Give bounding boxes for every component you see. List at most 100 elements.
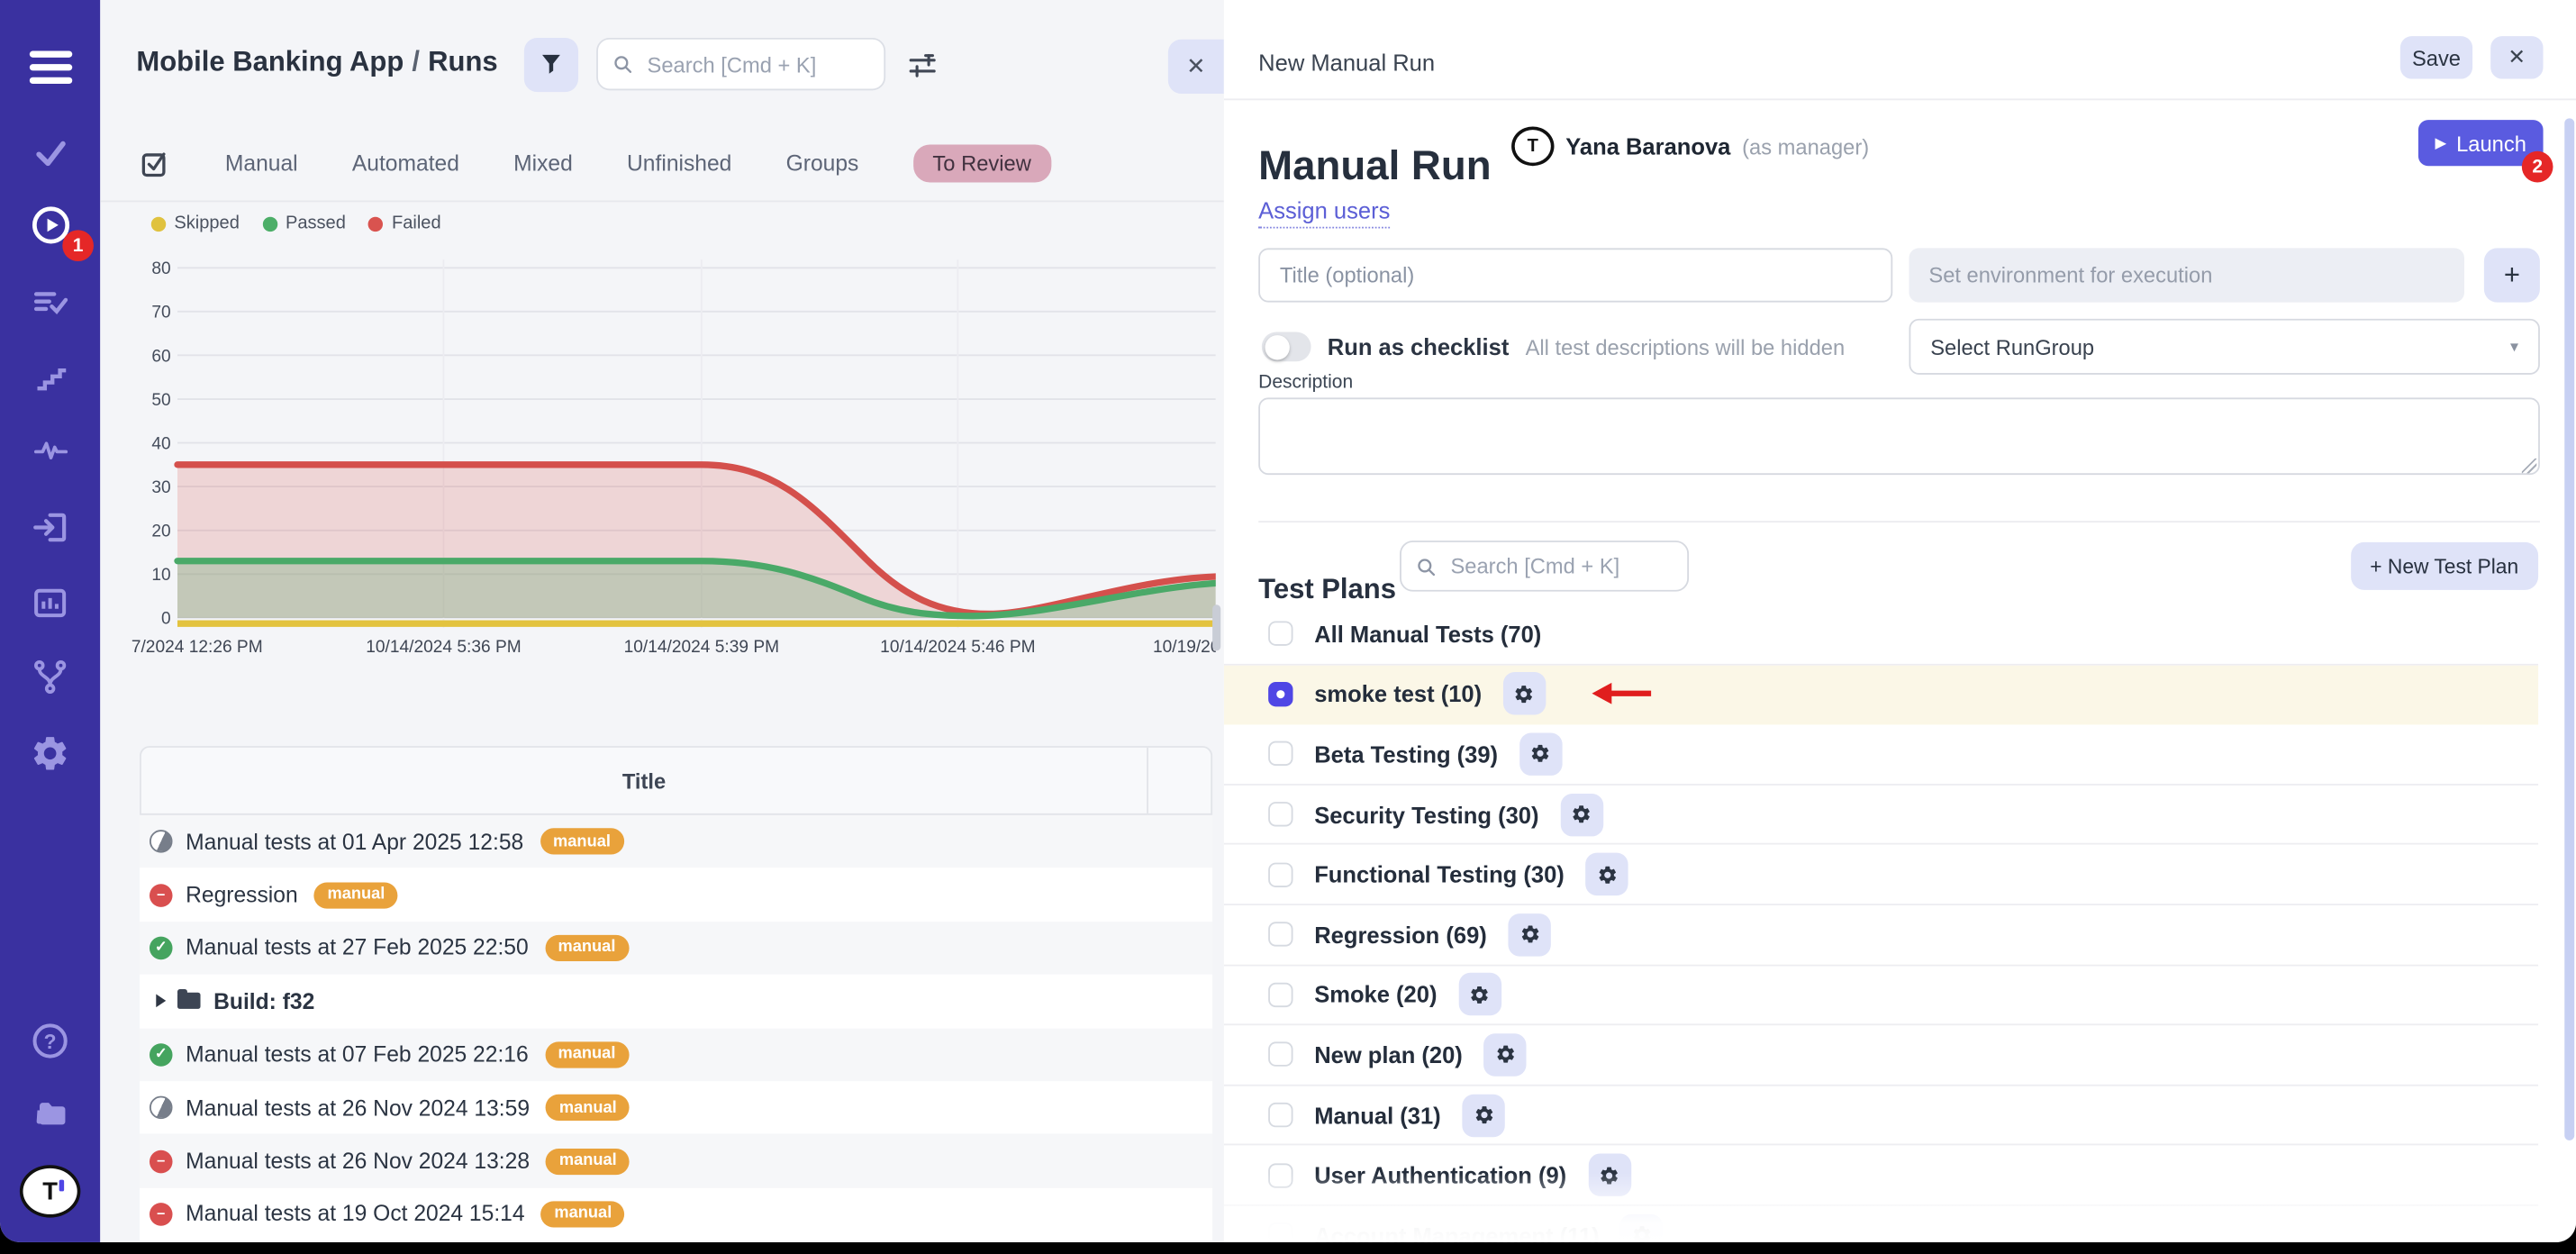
test-plans-list: All Manual Tests (70) smoke test (10) Be… <box>1224 604 2538 1242</box>
checkbox[interactable] <box>1268 922 1293 947</box>
table-row[interactable]: – Manual tests at 26 Nov 2024 13:28 manu… <box>140 1134 1212 1187</box>
expand-caret-icon[interactable] <box>156 995 166 1008</box>
legend-passed[interactable]: Passed <box>262 214 345 233</box>
test-plans-title: Test Plans <box>1258 574 1396 606</box>
status-in-progress-icon <box>150 830 173 853</box>
svg-text:80: 80 <box>151 259 170 278</box>
add-environment-button[interactable]: + <box>2484 248 2540 302</box>
description-textarea[interactable] <box>1258 397 2540 475</box>
rungroup-select[interactable]: Select RunGroup ▾ <box>1909 319 2539 375</box>
checkbox[interactable] <box>1268 1042 1293 1067</box>
tab-manual[interactable]: Manual <box>225 151 298 176</box>
menu-icon[interactable] <box>0 46 100 84</box>
sidebar-item-analytics[interactable] <box>0 584 100 623</box>
test-plan-row[interactable]: Account Management (11) <box>1224 1206 2538 1242</box>
run-title-input[interactable] <box>1258 248 1892 302</box>
test-plan-row[interactable]: User Authentication (9) <box>1224 1146 2538 1206</box>
test-plan-row[interactable]: Manual (31) <box>1224 1086 2538 1146</box>
tab-unfinished[interactable]: Unfinished <box>627 151 731 176</box>
checkbox[interactable] <box>1268 742 1293 767</box>
plan-settings-button[interactable] <box>1484 1033 1527 1076</box>
environment-input[interactable] <box>1909 248 2464 302</box>
table-row[interactable]: Manual tests at 01 Apr 2025 12:58 manual <box>140 815 1212 868</box>
svg-text:60: 60 <box>151 347 170 366</box>
resize-grip-icon[interactable] <box>2522 459 2536 473</box>
test-plan-row[interactable]: All Manual Tests (70) <box>1224 604 2538 665</box>
close-icon: ✕ <box>1186 52 1205 80</box>
checkbox[interactable] <box>1268 1103 1293 1127</box>
close-panel-button[interactable]: ✕ <box>1168 40 1224 94</box>
tab-groups[interactable]: Groups <box>786 151 859 176</box>
sidebar-item-checklist[interactable] <box>0 283 100 323</box>
sidebar-item-tests[interactable] <box>0 135 100 171</box>
tab-automated[interactable]: Automated <box>352 151 459 176</box>
select-all-icon[interactable] <box>140 148 171 179</box>
test-plan-row[interactable]: Security Testing (30) <box>1224 785 2538 845</box>
table-row-group[interactable]: Build: f32 <box>140 975 1212 1028</box>
plan-settings-button[interactable] <box>1462 1094 1504 1136</box>
test-plan-row[interactable]: Functional Testing (30) <box>1224 845 2538 905</box>
plan-settings-button[interactable] <box>1560 793 1602 835</box>
sidebar-item-logo[interactable]: T <box>0 1165 100 1217</box>
checkbox-checked[interactable] <box>1268 682 1293 706</box>
gear-icon <box>1631 1224 1653 1242</box>
passed-dot-icon <box>262 216 277 231</box>
left-scrollbar-thumb[interactable] <box>1212 604 1220 650</box>
run-as-checklist-toggle[interactable] <box>1262 332 1311 361</box>
checkbox[interactable] <box>1268 1163 1293 1187</box>
breadcrumb-project[interactable]: Mobile Banking App <box>136 46 404 77</box>
plan-settings-button[interactable] <box>1588 1154 1630 1196</box>
manual-badge: manual <box>541 1201 625 1227</box>
tab-to-review[interactable]: To Review <box>913 145 1051 183</box>
save-button[interactable]: Save <box>2400 36 2472 78</box>
avatar: T <box>1511 126 1554 166</box>
sidebar-item-projects[interactable] <box>0 1096 100 1132</box>
test-plan-row-selected[interactable]: smoke test (10) <box>1224 665 2538 725</box>
runs-search-input[interactable] <box>644 50 869 78</box>
sidebar-item-steps[interactable] <box>0 359 100 395</box>
table-row[interactable]: – Manual tests at 19 Oct 2024 15:14 manu… <box>140 1187 1212 1240</box>
tab-mixed[interactable]: Mixed <box>513 151 573 176</box>
column-title[interactable]: Title <box>141 768 1147 793</box>
view-settings-button[interactable] <box>905 50 938 82</box>
checkbox[interactable] <box>1268 622 1293 646</box>
table-row[interactable]: ✓ Manual tests at 27 Feb 2025 22:50 manu… <box>140 922 1212 975</box>
close-button[interactable]: ✕ <box>2490 36 2543 78</box>
svg-text:10: 10 <box>151 566 170 585</box>
legend-skipped[interactable]: Skipped <box>151 214 240 233</box>
checkbox[interactable] <box>1268 862 1293 886</box>
svg-text:50: 50 <box>151 391 170 410</box>
runs-tabs: Manual Automated Mixed Unfinished Groups… <box>140 143 1051 185</box>
gear-icon <box>1519 924 1540 946</box>
plans-search-input[interactable] <box>1447 552 1673 580</box>
assign-users-link[interactable]: Assign users <box>1258 197 1390 229</box>
plan-settings-button[interactable] <box>1458 973 1501 1015</box>
plan-settings-button[interactable] <box>1509 913 1551 956</box>
table-row[interactable]: Manual tests at 26 Nov 2024 13:59 manual <box>140 1081 1212 1134</box>
plan-settings-button[interactable] <box>1586 853 1628 895</box>
test-plan-row[interactable]: Regression (69) <box>1224 905 2538 966</box>
filter-button[interactable] <box>524 38 578 92</box>
sidebar-item-import[interactable] <box>0 508 100 548</box>
test-plan-row[interactable]: Smoke (20) <box>1224 966 2538 1026</box>
checkbox[interactable] <box>1268 1222 1293 1241</box>
sidebar-item-settings[interactable] <box>0 733 100 775</box>
sidebar-item-branches[interactable] <box>0 658 100 697</box>
test-plan-row[interactable]: Beta Testing (39) <box>1224 725 2538 786</box>
plan-settings-button[interactable] <box>1503 673 1546 715</box>
breadcrumb-separator: / <box>404 46 428 77</box>
table-row[interactable]: ✓ Manual tests at 07 Feb 2025 22:16 manu… <box>140 1028 1212 1081</box>
plan-settings-button[interactable] <box>1620 1213 1663 1241</box>
checkbox[interactable] <box>1268 982 1293 1006</box>
legend-failed[interactable]: Failed <box>368 214 440 233</box>
right-scrollbar-thumb[interactable] <box>2564 118 2574 1140</box>
new-test-plan-button[interactable]: + New Test Plan <box>2350 542 2538 590</box>
table-row[interactable]: – Regression manual <box>140 868 1212 922</box>
y-axis-labels: 80 70 60 50 40 30 20 10 0 <box>151 259 170 629</box>
sidebar-item-help[interactable]: ? <box>0 1021 100 1062</box>
status-in-progress-icon <box>150 1096 173 1120</box>
sidebar-item-pulse[interactable] <box>0 432 100 468</box>
checkbox[interactable] <box>1268 802 1293 826</box>
test-plan-row[interactable]: New plan (20) <box>1224 1025 2538 1086</box>
plan-settings-button[interactable] <box>1519 732 1562 775</box>
